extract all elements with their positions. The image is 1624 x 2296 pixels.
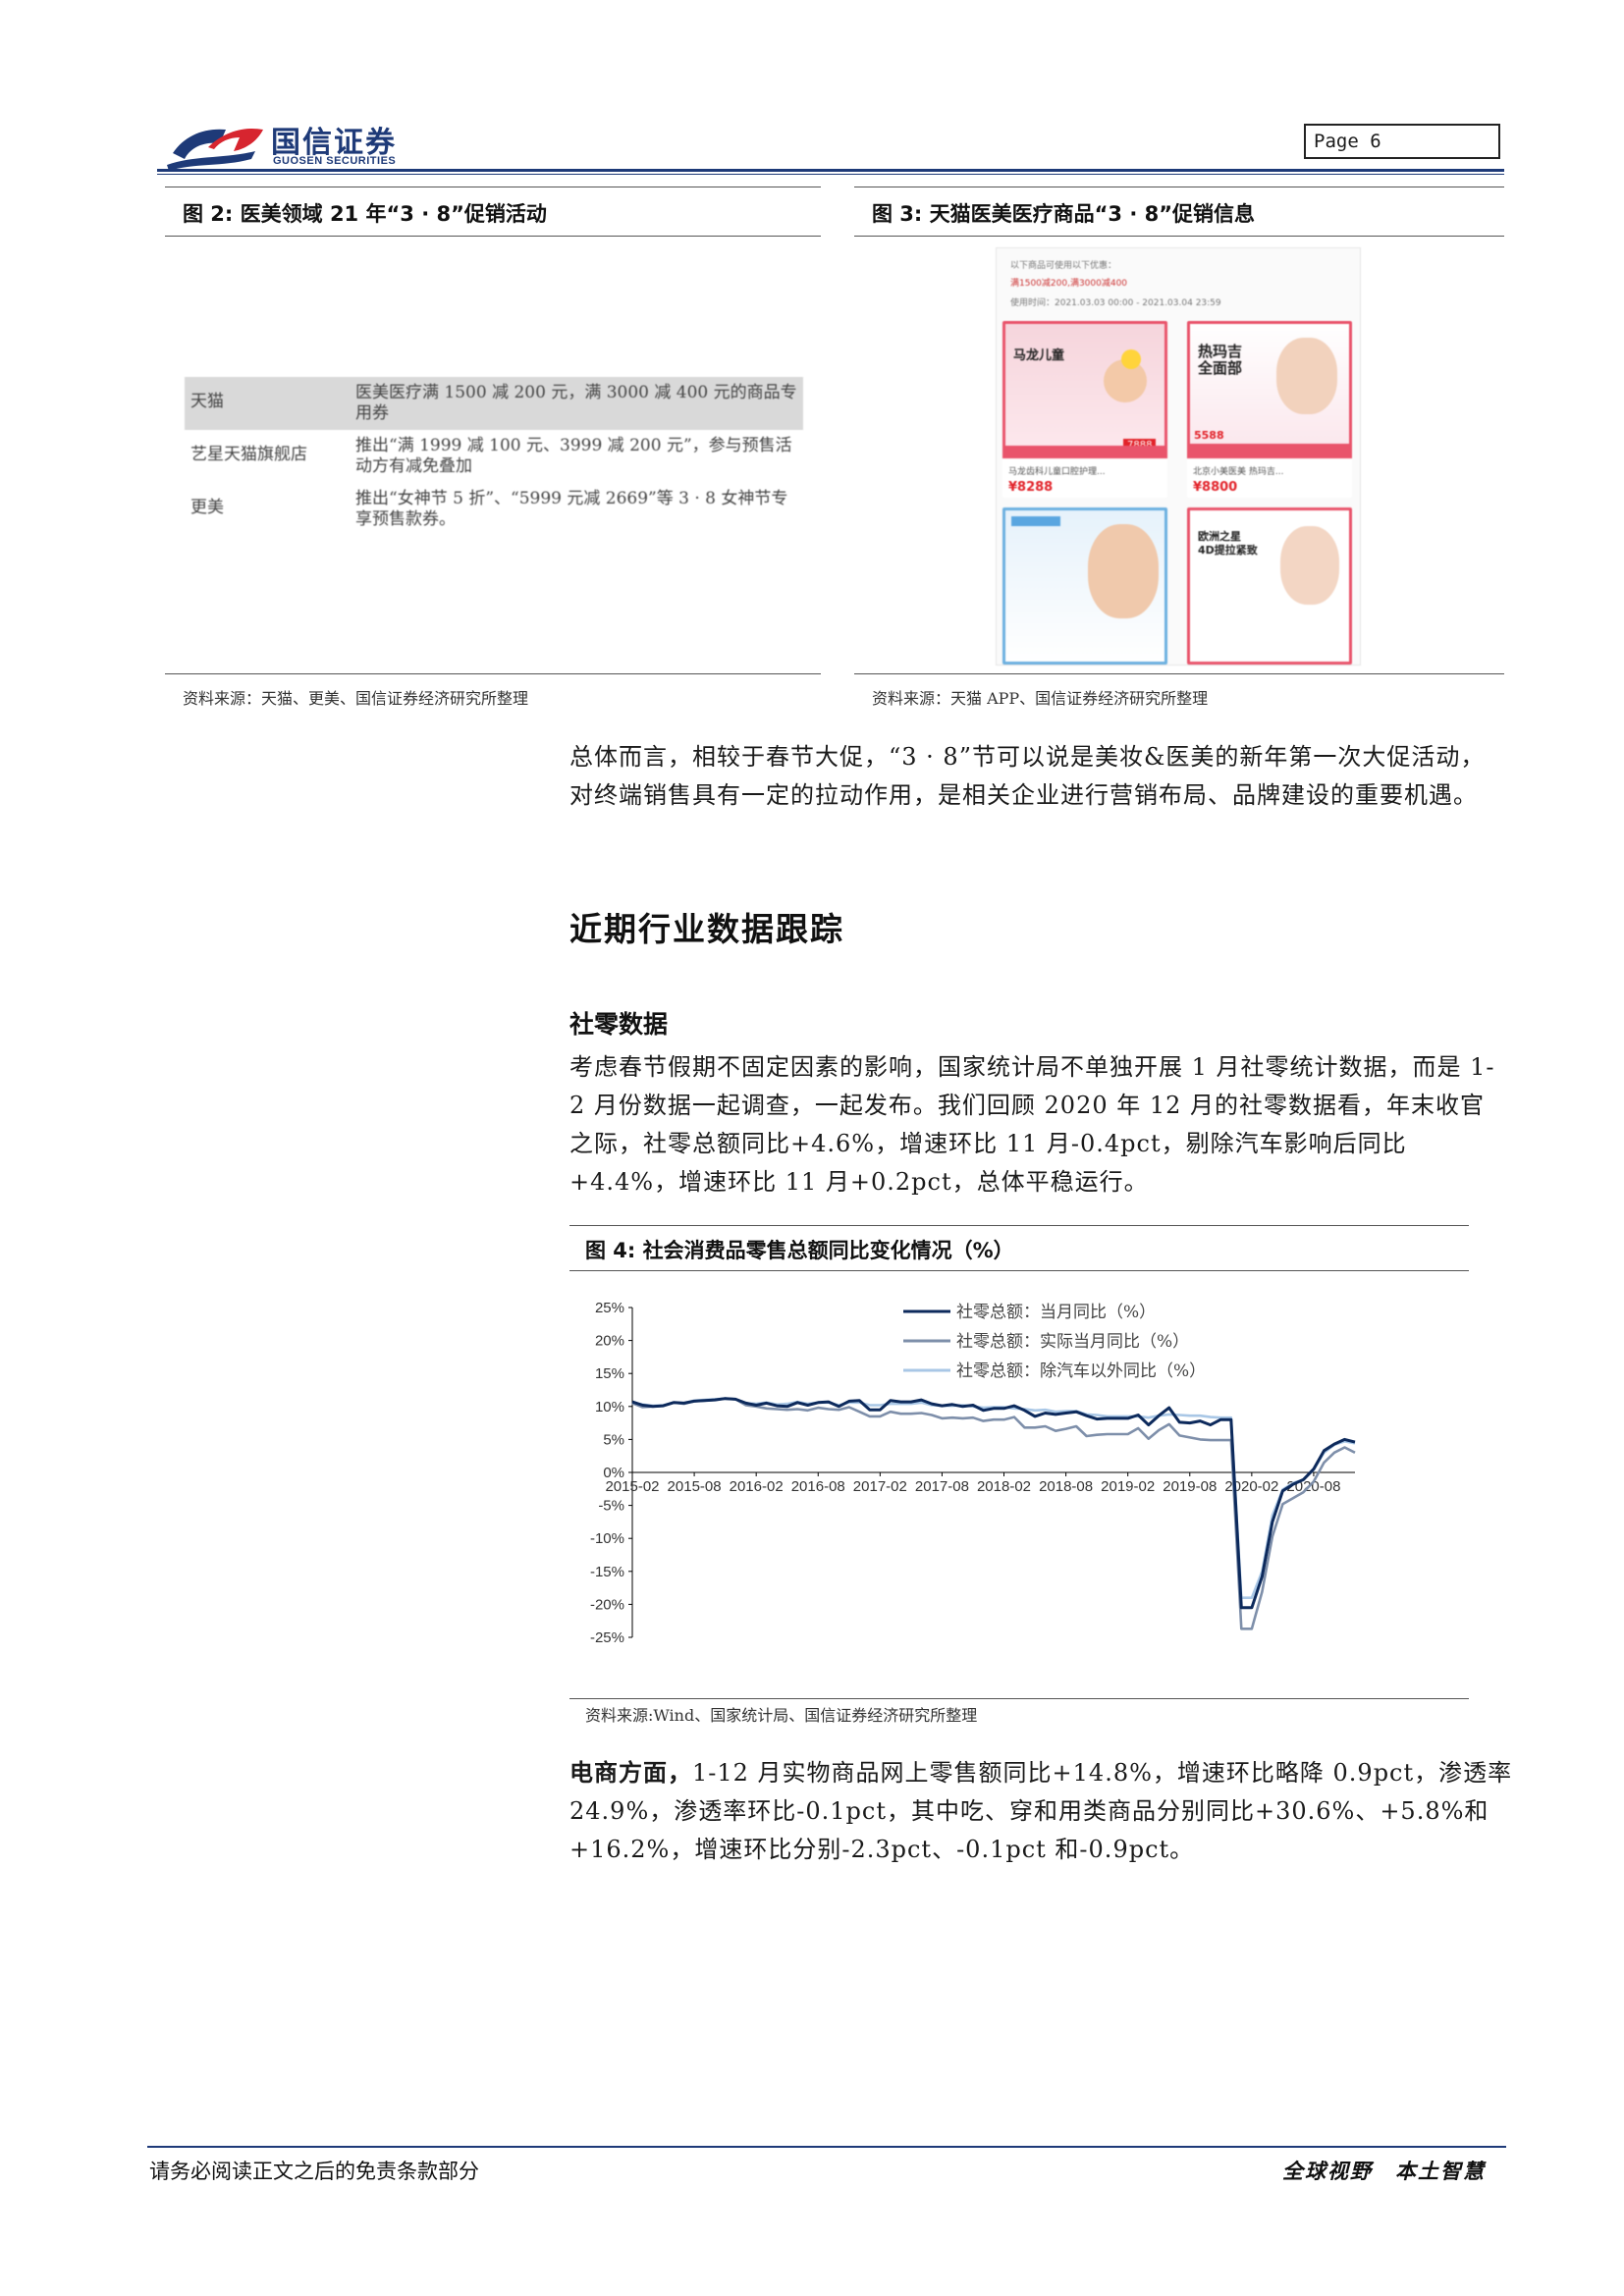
page-number: Page 6 xyxy=(1304,124,1500,159)
fig4-bottom-rule xyxy=(569,1698,1469,1699)
y-tick-label: 20% xyxy=(595,1333,624,1350)
series-line xyxy=(631,1397,1356,1599)
x-tick-label: 2016-08 xyxy=(791,1478,845,1495)
fig4-caption-rule xyxy=(569,1270,1469,1271)
y-tick-label: -10% xyxy=(590,1530,624,1547)
paragraph-summary: 总体而言，相较于春节大促，“3 · 8”节可以说是美妆&医美的新年第一次大促活动… xyxy=(569,743,1486,809)
card-title: 热玛吉 全面部 xyxy=(1198,343,1243,377)
guosen-logo-icon xyxy=(167,128,263,171)
balloon-graphic xyxy=(1121,349,1141,369)
legend-label: 社零总额：实际当月同比（%） xyxy=(956,1332,1189,1352)
table-row: 更美 推出“女神节 5 折”、“5999 元减 2669”等 3 · 8 女神节… xyxy=(185,483,803,536)
product-image: 马龙儿童 7888 xyxy=(1002,321,1167,458)
paragraph-lead: 电商方面， xyxy=(569,1758,692,1787)
fig2-caption: 图 2: 医美领域 21 年“3 · 8”促销活动 xyxy=(183,202,547,226)
fig3-caption-rule xyxy=(854,236,1504,237)
header-divider xyxy=(157,169,1504,172)
card-desc: 北京小美医美 热玛吉... xyxy=(1193,467,1284,477)
promo-cell: 推出“满 1999 减 100 元、3999 减 200 元”，参与预售活动方有… xyxy=(355,436,792,476)
y-tick-label: -5% xyxy=(598,1498,624,1515)
y-tick-label: 10% xyxy=(595,1399,624,1415)
product-image: 热玛吉 全面部 5588 xyxy=(1187,321,1352,458)
y-tick-label: 25% xyxy=(595,1300,624,1316)
brand-strip xyxy=(1011,516,1060,526)
footer-slogan: 全球视野 本土智慧 xyxy=(1282,2159,1486,2183)
product-card xyxy=(1002,507,1167,665)
product-card: 热玛吉 全面部 5588 北京小美医美 热玛吉... ¥8800 xyxy=(1187,321,1352,498)
table-row: 天猫 医美医疗满 1500 减 200 元，满 3000 减 400 元的商品专… xyxy=(185,377,803,430)
card-price: ¥8288 xyxy=(1008,480,1054,495)
x-tick-label: 2019-02 xyxy=(1101,1478,1155,1495)
disclaimer-note: 请务必阅读正文之后的免责条款部分 xyxy=(149,2160,479,2183)
x-tick-label: 2019-08 xyxy=(1163,1478,1217,1495)
product-card: 欧洲之星 4D提拉紧致 xyxy=(1187,507,1352,665)
model-photo xyxy=(1088,524,1159,618)
table-row: 艺星天猫旗舰店 推出“满 1999 减 100 元、3999 减 200 元”，… xyxy=(185,430,803,483)
x-tick-label: 2017-08 xyxy=(915,1478,969,1495)
fig2-caption-rule xyxy=(165,236,821,237)
card-title: 欧洲之星 4D提拉紧致 xyxy=(1198,530,1258,557)
screen-line: 以下商品可使用以下优惠： xyxy=(1010,261,1117,271)
y-tick-label: 5% xyxy=(603,1431,624,1448)
x-tick-label: 2018-02 xyxy=(977,1478,1031,1495)
card-price: ¥8800 xyxy=(1193,480,1238,495)
paragraph-retail-data: 考虑春节假期不固定因素的影响，国家统计局不单独开展 1 月社零统计数据，而是 1… xyxy=(569,1053,1495,1196)
x-tick-label: 2015-02 xyxy=(605,1478,659,1495)
card-desc: 马龙齿科儿童口腔护理... xyxy=(1008,467,1106,477)
model-photo xyxy=(1280,526,1339,605)
paragraph-ecommerce: 电商方面，1-12 月实物商品网上零售额同比+14.8%，增速环比略降 0.9p… xyxy=(569,1753,1532,1869)
x-tick-label: 2018-08 xyxy=(1039,1478,1093,1495)
model-photo xyxy=(1276,338,1337,414)
card-title: 马龙儿童 xyxy=(1013,348,1065,363)
fig3-bottom-rule xyxy=(854,673,1504,674)
fig2-promo-table: 天猫 医美医疗满 1500 减 200 元，满 3000 减 400 元的商品专… xyxy=(185,377,803,536)
fig2-source: 资料来源：天猫、更美、国信证券经济研究所整理 xyxy=(183,689,529,708)
legend-label: 社零总额：当月同比（%） xyxy=(956,1303,1156,1322)
platform-cell: 艺星天猫旗舰店 xyxy=(190,445,307,464)
platform-cell: 更美 xyxy=(190,498,224,517)
legend-label: 社零总额：除汽车以外同比（%） xyxy=(956,1362,1206,1381)
series-line xyxy=(631,1397,1356,1630)
section-title: 近期行业数据跟踪 xyxy=(569,910,844,948)
promo-cell: 推出“女神节 5 折”、“5999 元减 2669”等 3 · 8 女神节专享预… xyxy=(355,489,788,529)
paragraph-body: 1-12 月实物商品网上零售额同比+14.8%，增速环比略降 0.9pct，渗透… xyxy=(569,1759,1513,1863)
product-card: 马龙儿童 7888 马龙齿科儿童口腔护理... ¥8288 xyxy=(1002,321,1167,498)
card-banner xyxy=(1005,446,1164,455)
platform-cell: 天猫 xyxy=(190,392,224,411)
y-tick-label: 15% xyxy=(595,1365,624,1382)
series-line xyxy=(631,1397,1356,1610)
x-tick-label: 2015-08 xyxy=(668,1478,722,1495)
fig3-source: 资料来源：天猫 APP、国信证券经济研究所整理 xyxy=(872,689,1209,708)
retail-sales-line-chart: 25%20%15%10%5%0%-5%-10%-15%-20%-25%2015-… xyxy=(590,1300,1356,1646)
price-tag: 5588 xyxy=(1194,429,1224,442)
fig4-source: 资料来源:Wind、国家统计局、国信证券经济研究所整理 xyxy=(585,1706,978,1725)
fig3-caption: 图 3: 天猫医美医疗商品“3 · 8”促销信息 xyxy=(872,202,1256,226)
screen-line: 满1500减200,满3000减400 xyxy=(1010,279,1128,289)
fig4-top-rule xyxy=(569,1225,1469,1226)
card-banner xyxy=(1190,444,1349,455)
y-tick-label: -20% xyxy=(590,1596,624,1613)
fig4-caption: 图 4: 社会消费品零售总额同比变化情况（%） xyxy=(585,1239,1014,1262)
product-image: 欧洲之星 4D提拉紧致 xyxy=(1187,507,1352,665)
screen-line: 使用时间：2021.03.03 00:00 - 2021.03.04 23:59 xyxy=(1010,298,1221,308)
x-tick-label: 2017-02 xyxy=(853,1478,907,1495)
x-tick-label: 2016-02 xyxy=(730,1478,784,1495)
header-divider-thin xyxy=(157,174,1504,175)
y-tick-label: -15% xyxy=(590,1564,624,1580)
subsection-title: 社零数据 xyxy=(569,1010,669,1039)
y-tick-label: -25% xyxy=(590,1629,624,1646)
logo-english-name: GUOSEN SECURITIES xyxy=(273,155,397,167)
tmall-promo-screenshot: 以下商品可使用以下优惠： 满1500减200,满3000减400 使用时间：20… xyxy=(996,247,1361,666)
footer-divider xyxy=(147,2146,1506,2148)
fig2-bottom-rule xyxy=(165,673,821,674)
promo-cell: 医美医疗满 1500 减 200 元，满 3000 减 400 元的商品专用券 xyxy=(355,383,797,423)
product-image xyxy=(1002,507,1167,665)
